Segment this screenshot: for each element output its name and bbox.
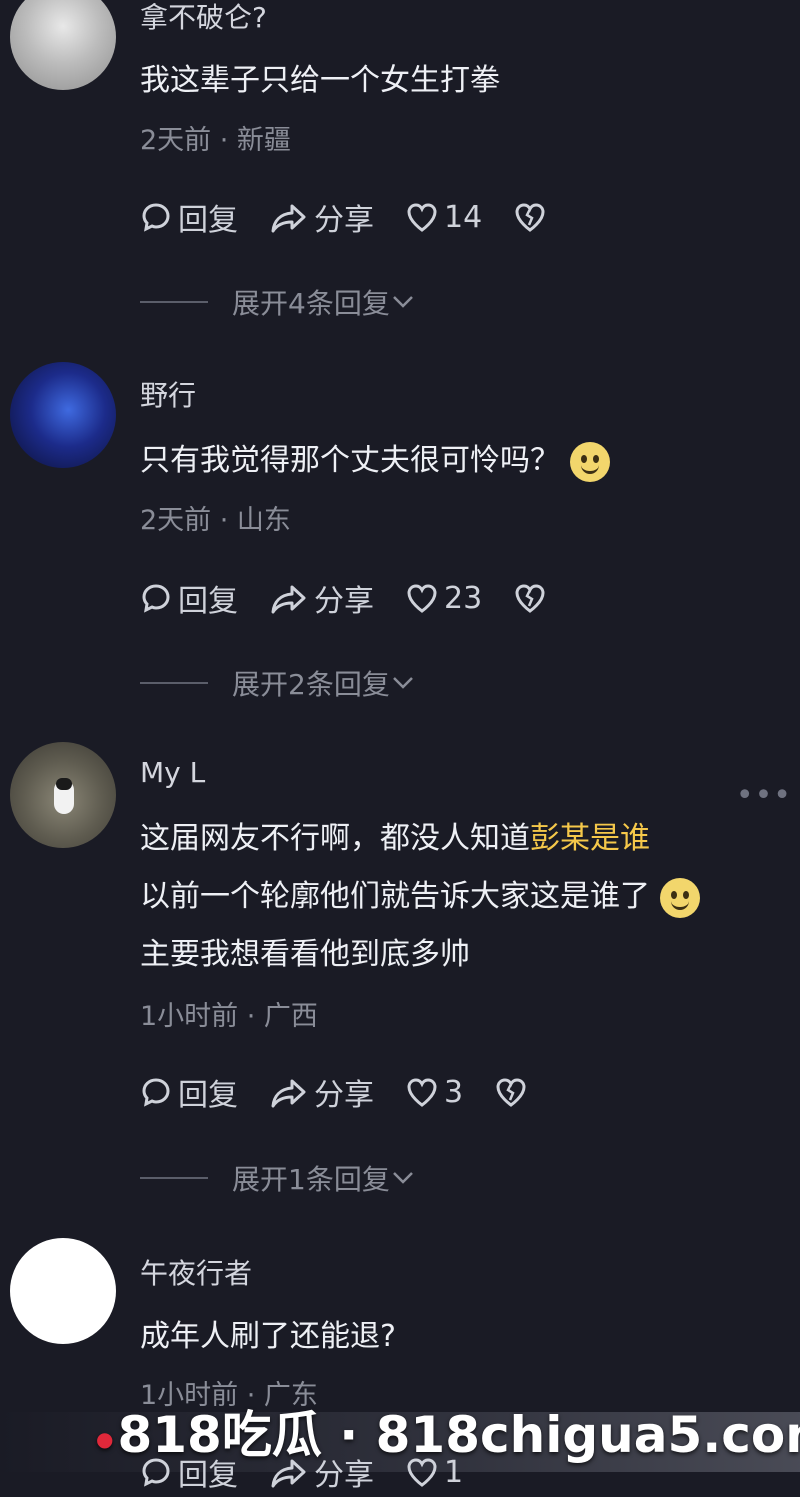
expand-replies[interactable]: 展开4条回复 [140, 282, 416, 322]
expand-replies[interactable]: 展开1条回复 [140, 1158, 416, 1198]
share-icon [271, 1079, 306, 1108]
like-count: 23 [444, 580, 483, 616]
comment-meta: 2天前 · 新疆 [140, 125, 291, 156]
share-label: 分享 [314, 203, 374, 238]
chevron-down-icon [392, 296, 413, 308]
comment-line: 我这辈子只给一个女生打拳 [140, 63, 500, 98]
share-button[interactable]: 分享 [268, 576, 374, 620]
broken-heart-icon [515, 203, 545, 232]
heart-icon [407, 1078, 437, 1107]
expand-label: 展开2条回复 [232, 668, 390, 701]
like-count: 3 [444, 1074, 464, 1110]
avatar[interactable] [10, 1238, 116, 1344]
share-icon [271, 204, 306, 233]
comment-line: 成年人刷了还能退? [140, 1319, 396, 1354]
action-bar: 回复 分享 23 [138, 576, 582, 620]
comment-line: 这届网友不行啊，都没人知道彭某是谁 [140, 810, 700, 868]
heart-icon [407, 584, 437, 613]
share-button[interactable]: 分享 [268, 1070, 374, 1114]
smile-emoji [570, 441, 610, 482]
divider [140, 1177, 208, 1179]
comment-line: 只有我觉得那个丈夫很可怜吗？ [140, 443, 560, 478]
highlighted-text: 彭某是谁 [530, 821, 650, 856]
like-button[interactable]: 3 [404, 1074, 463, 1110]
reply-button[interactable]: 回复 [138, 576, 238, 620]
share-label: 分享 [314, 1078, 374, 1113]
broken-heart-icon [496, 1078, 526, 1107]
reply-label: 回复 [178, 1078, 238, 1113]
smile-emoji [660, 877, 700, 918]
expand-label: 展开1条回复 [232, 1163, 390, 1196]
comment-line-text: 以前一个轮廓他们就告诉大家这是谁了 [140, 879, 650, 914]
chevron-down-icon [392, 1172, 413, 1184]
username[interactable]: 午夜行者 [140, 1252, 252, 1292]
avatar[interactable] [10, 0, 116, 90]
username[interactable]: 野行 [140, 374, 196, 414]
comment-meta: 2天前 · 山东 [140, 505, 291, 536]
reply-button[interactable]: 回复 [138, 1070, 238, 1114]
dislike-button[interactable] [493, 1074, 533, 1110]
reply-label: 回复 [178, 584, 238, 619]
comment-text: 成年人刷了还能退? [140, 1308, 396, 1366]
avatar[interactable] [10, 742, 116, 848]
chevron-down-icon [392, 677, 413, 689]
comment-line: 主要我想看看他到底多帅 [140, 926, 700, 984]
reply-label: 回复 [178, 203, 238, 238]
username[interactable]: 拿不破仑? [140, 0, 267, 36]
share-icon [271, 585, 306, 614]
comment-icon [142, 584, 170, 613]
comment-line-text: 这届网友不行啊，都没人知道 [140, 821, 530, 856]
share-button[interactable]: 分享 [268, 195, 374, 239]
watermark-text: 818吃瓜 · 818chigua5.com [117, 1406, 800, 1464]
comment-text: 只有我觉得那个丈夫很可怜吗？ [140, 432, 610, 490]
comment-icon [142, 203, 170, 232]
heart-icon [407, 203, 437, 232]
reply-button[interactable]: 回复 [138, 195, 238, 239]
more-icon[interactable]: ••• [736, 778, 792, 813]
action-bar: 回复 分享 3 [138, 1070, 563, 1114]
username[interactable]: My L [140, 756, 205, 789]
expand-label: 展开4条回复 [232, 287, 390, 320]
divider [140, 682, 208, 684]
comment-text: 这届网友不行啊，都没人知道彭某是谁 以前一个轮廓他们就告诉大家这是谁了 主要我想… [140, 810, 700, 984]
dislike-button[interactable] [512, 199, 552, 235]
like-button[interactable]: 23 [404, 580, 482, 616]
avatar[interactable] [10, 362, 116, 468]
watermark: ●818吃瓜 · 818chigua5.com [96, 1395, 800, 1467]
comment-line-text: 主要我想看看他到底多帅 [140, 937, 470, 972]
broken-heart-icon [515, 584, 545, 613]
comment-text: 我这辈子只给一个女生打拳 [140, 52, 500, 110]
like-button[interactable]: 14 [404, 199, 482, 235]
watermark-dot: ● [96, 1426, 114, 1451]
cat-head [56, 778, 72, 790]
dislike-button[interactable] [512, 580, 552, 616]
comment-line: 以前一个轮廓他们就告诉大家这是谁了 [140, 868, 700, 926]
action-bar: 回复 分享 14 [138, 195, 582, 239]
comment-meta: 1小时前 · 广西 [140, 1001, 318, 1032]
like-count: 14 [444, 199, 483, 235]
divider [140, 301, 208, 303]
comment-icon [142, 1078, 170, 1107]
share-label: 分享 [314, 584, 374, 619]
expand-replies[interactable]: 展开2条回复 [140, 663, 416, 703]
